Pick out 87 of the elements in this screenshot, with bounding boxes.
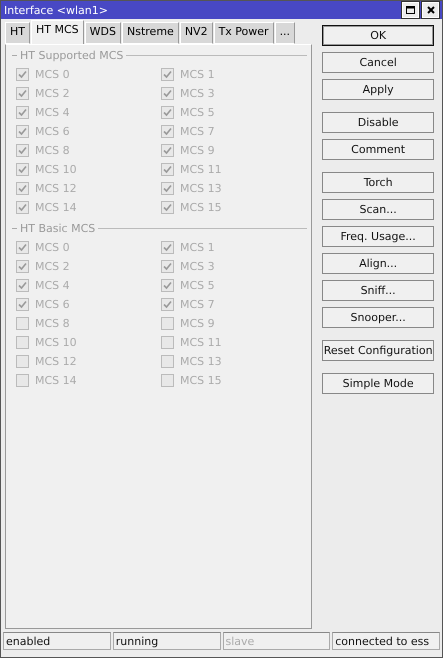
window-title: Interface <wlan1> — [4, 4, 109, 16]
action-button[interactable]: Torch — [322, 172, 434, 193]
check-icon — [18, 108, 27, 117]
checkbox-label: MCS 13 — [180, 355, 222, 368]
check-icon — [18, 203, 27, 212]
group-title: HT Supported MCS — [20, 49, 124, 62]
checkbox-label: MCS 9 — [180, 317, 215, 330]
action-button[interactable]: Simple Mode — [322, 373, 434, 394]
checkbox-label: MCS 0 — [35, 68, 70, 81]
action-button[interactable]: Snooper... — [322, 307, 434, 328]
action-button[interactable]: Align... — [322, 253, 434, 274]
action-button[interactable]: Freq. Usage... — [322, 226, 434, 247]
check-icon — [18, 243, 27, 252]
checkbox-label: MCS 13 — [180, 182, 222, 195]
maximize-icon — [406, 6, 415, 14]
check-icon — [163, 243, 172, 252]
group-title: HT Basic MCS — [20, 222, 96, 235]
checkbox-label: MCS 2 — [35, 87, 70, 100]
check-icon — [163, 262, 172, 271]
check-icon — [163, 70, 172, 79]
checkbox-label: MCS 10 — [35, 163, 77, 176]
check-icon — [18, 262, 27, 271]
check-icon — [18, 89, 27, 98]
check-icon — [18, 281, 27, 290]
check-icon — [163, 127, 172, 136]
check-icon — [163, 108, 172, 117]
action-button[interactable]: Comment — [322, 139, 434, 160]
check-icon — [163, 89, 172, 98]
tab[interactable]: ... — [274, 22, 296, 44]
action-button[interactable]: Apply — [322, 79, 434, 100]
checkbox-label: MCS 1 — [180, 68, 215, 81]
checkbox-label: MCS 5 — [180, 279, 215, 292]
close-icon — [426, 6, 434, 14]
check-icon — [163, 203, 172, 212]
checkbox-label: MCS 7 — [180, 125, 215, 138]
checkbox-label: MCS 11 — [180, 163, 222, 176]
checkbox-label: MCS 8 — [35, 317, 70, 330]
status-field: running — [112, 632, 220, 650]
check-icon — [163, 184, 172, 193]
action-button[interactable]: Reset Configuration — [322, 340, 434, 361]
action-button[interactable]: Scan... — [322, 199, 434, 220]
action-button[interactable]: Disable — [322, 112, 434, 133]
check-icon — [18, 300, 27, 309]
checkbox-label: MCS 5 — [180, 106, 215, 119]
maximize-button[interactable] — [402, 2, 419, 18]
checkbox-label: MCS 6 — [35, 298, 70, 311]
checkbox-label: MCS 3 — [180, 260, 215, 273]
checkbox-label: MCS 12 — [35, 355, 77, 368]
checkbox-label: MCS 9 — [180, 144, 215, 157]
check-icon — [18, 70, 27, 79]
status-field: enabled — [3, 632, 111, 650]
action-button[interactable]: Sniff... — [322, 280, 434, 301]
check-icon — [18, 184, 27, 193]
check-icon — [18, 146, 27, 155]
checkbox-label: MCS 12 — [35, 182, 77, 195]
tab[interactable]: NV2 — [180, 22, 213, 44]
checkbox-label: MCS 15 — [180, 201, 222, 214]
checkbox-label: MCS 8 — [35, 144, 70, 157]
status-field: slave — [222, 632, 330, 650]
checkbox-label: MCS 2 — [35, 260, 70, 273]
close-button[interactable] — [422, 2, 439, 18]
tab[interactable]: HT — [5, 22, 30, 44]
check-icon — [163, 300, 172, 309]
checkbox-label: MCS 4 — [35, 279, 70, 292]
tab[interactable]: Nstreme — [122, 22, 179, 44]
check-icon — [163, 165, 172, 174]
tab[interactable]: WDS — [84, 22, 121, 44]
checkbox-label: MCS 3 — [180, 87, 215, 100]
tab[interactable]: Tx Power — [214, 22, 274, 44]
checkbox-label: MCS 4 — [35, 106, 70, 119]
check-icon — [18, 165, 27, 174]
action-button[interactable]: Cancel — [322, 52, 434, 73]
check-icon — [163, 281, 172, 290]
checkbox-label: MCS 11 — [180, 336, 222, 349]
status-field: connected to ess — [332, 632, 440, 650]
tab[interactable]: HT MCS — [31, 20, 84, 44]
checkbox-label: MCS 6 — [35, 125, 70, 138]
check-icon — [18, 127, 27, 136]
check-icon — [163, 146, 172, 155]
action-button[interactable]: OK — [322, 25, 434, 46]
checkbox-label: MCS 15 — [180, 374, 222, 387]
checkbox-label: MCS 1 — [180, 241, 215, 254]
checkbox-label: MCS 7 — [180, 298, 215, 311]
checkbox-label: MCS 14 — [35, 374, 77, 387]
checkbox-label: MCS 0 — [35, 241, 70, 254]
checkbox-label: MCS 10 — [35, 336, 77, 349]
checkbox-label: MCS 14 — [35, 201, 77, 214]
